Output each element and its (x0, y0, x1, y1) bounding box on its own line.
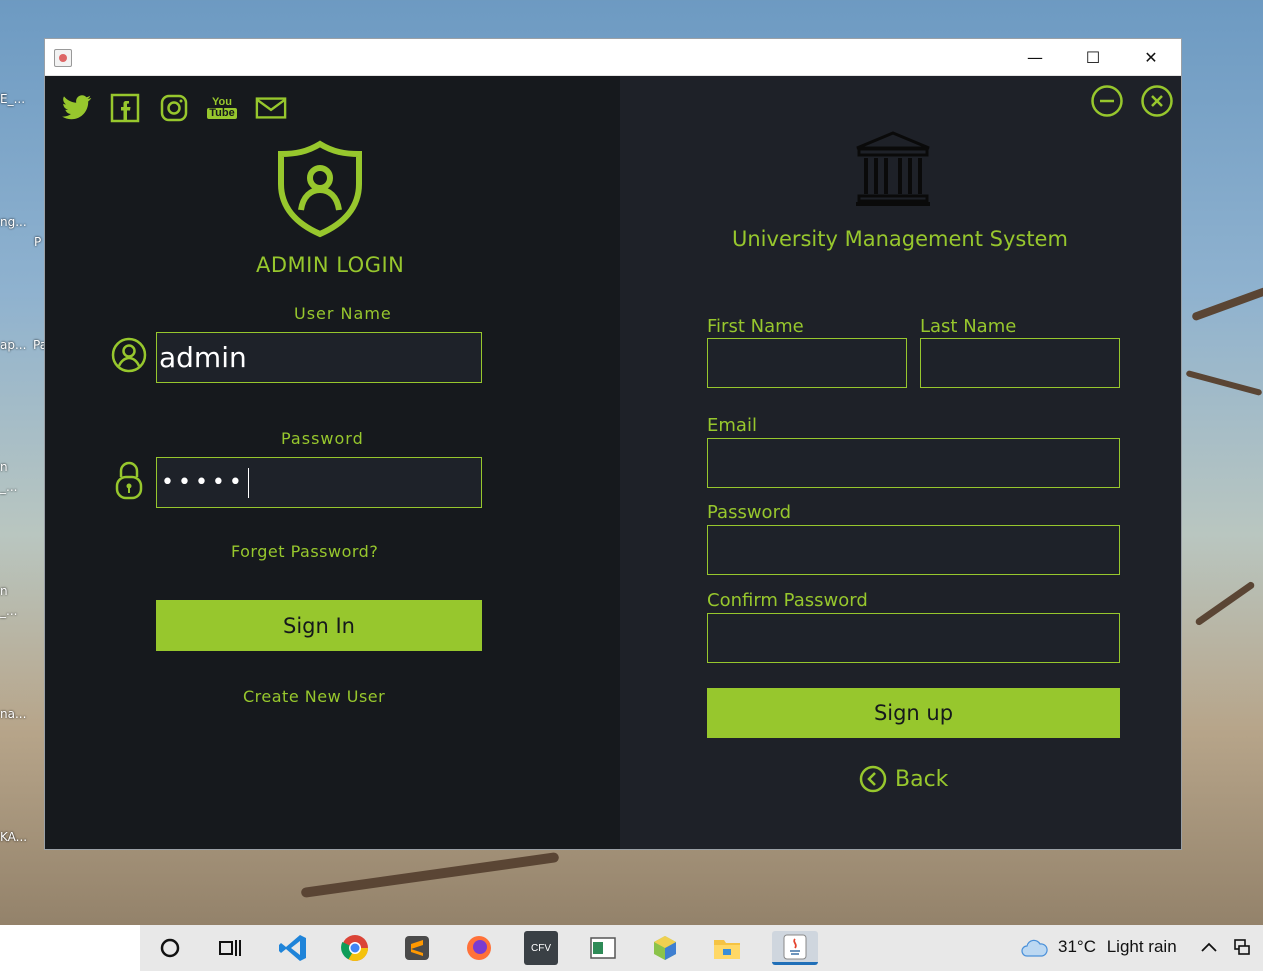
email-input[interactable] (707, 438, 1120, 488)
first-name-label: First Name (707, 316, 804, 337)
box-icon[interactable] (648, 931, 682, 965)
temperature: 31°C (1058, 937, 1096, 956)
weather-text: Light rain (1106, 937, 1177, 956)
signup-panel: University Management System First Name … (620, 76, 1181, 849)
sublime-icon[interactable] (400, 931, 434, 965)
text-cursor (247, 467, 249, 498)
create-new-user-link[interactable]: Create New User (243, 687, 385, 706)
desktop-icons: E_... ng... P ap... Pa n _... n _... na.… (0, 20, 47, 920)
last-name-input[interactable] (920, 338, 1120, 388)
back-arrow-icon (859, 765, 887, 793)
task-view-icon[interactable] (213, 931, 247, 965)
app-window-icon[interactable] (586, 931, 620, 965)
weather-cloud-icon[interactable] (1020, 938, 1048, 962)
java-app-icon (54, 49, 72, 67)
youtube-icon-text: Tube (207, 107, 237, 119)
start-area[interactable] (0, 925, 140, 971)
youtube-icon[interactable]: You Tube (206, 92, 238, 124)
instagram-icon[interactable] (158, 92, 190, 124)
email-label: Email (707, 415, 757, 436)
background-branch (300, 851, 560, 899)
back-label: Back (895, 766, 949, 792)
title-bar[interactable]: — ☐ ✕ (45, 39, 1181, 76)
background-branch (1185, 370, 1263, 396)
desktop-icon-label[interactable]: _... (0, 480, 17, 494)
twitter-icon[interactable] (61, 92, 93, 124)
forget-password-link[interactable]: Forget Password? (231, 542, 378, 561)
sign-in-button[interactable]: Sign In (156, 600, 482, 651)
weather-widget[interactable]: 31°C Light rain (1058, 937, 1177, 957)
username-input[interactable] (156, 332, 482, 383)
confirm-password-label: Confirm Password (707, 590, 868, 611)
file-explorer-icon[interactable] (710, 931, 744, 965)
close-button[interactable]: ✕ (1122, 39, 1180, 76)
lock-icon (113, 460, 145, 500)
system-title: University Management System (732, 227, 1068, 251)
back-link[interactable]: Back (859, 765, 948, 793)
desktop-icon-label[interactable]: ng... (0, 215, 27, 229)
desktop-icon-label[interactable]: n (0, 584, 8, 598)
desktop-icon-label[interactable]: _... (0, 604, 17, 618)
confirm-password-input[interactable] (707, 613, 1120, 663)
background-branch (1194, 580, 1256, 627)
desktop-icon-label[interactable]: KA... (0, 830, 27, 844)
background-branch (1191, 286, 1263, 322)
signup-password-input[interactable] (707, 525, 1120, 575)
admin-shield-icon (275, 140, 365, 238)
app-window: — ☐ ✕ You Tube ADMIN LOGIN User Name adm… (44, 38, 1182, 850)
desktop-icon-label[interactable]: E_... (0, 92, 25, 106)
password-mask: ••••• (161, 470, 246, 495)
close-circle-icon[interactable] (1140, 84, 1174, 118)
login-panel: You Tube ADMIN LOGIN User Name Password … (45, 76, 620, 849)
password-label: Password (281, 429, 364, 448)
java-icon[interactable] (772, 931, 818, 965)
first-name-input[interactable] (707, 338, 907, 388)
minimize-circle-icon[interactable] (1090, 84, 1124, 118)
minimize-button[interactable]: — (1006, 39, 1064, 76)
cortana-icon[interactable] (153, 931, 187, 965)
university-building-icon (854, 130, 932, 208)
cfv-label: CFV (531, 942, 551, 954)
facebook-icon[interactable] (109, 92, 141, 124)
last-name-label: Last Name (920, 316, 1017, 337)
taskbar: CFV 31°C Light rain (0, 925, 1263, 971)
desktop-icon-label[interactable]: na... (0, 707, 26, 721)
sign-up-button[interactable]: Sign up (707, 688, 1120, 738)
mail-icon[interactable] (255, 92, 287, 124)
maximize-button[interactable]: ☐ (1064, 39, 1122, 76)
signup-password-label: Password (707, 502, 792, 523)
network-icon[interactable] (1232, 937, 1252, 961)
desktop-icon-label[interactable]: n (0, 460, 8, 474)
cfv-icon[interactable]: CFV (524, 931, 558, 965)
desktop-icon-label[interactable]: ap... (0, 338, 26, 352)
user-circle-icon (110, 336, 148, 374)
vscode-icon[interactable] (276, 931, 310, 965)
desktop-icon-label[interactable]: P (34, 235, 41, 249)
chevron-up-icon[interactable] (1200, 939, 1218, 958)
firefox-icon[interactable] (462, 931, 496, 965)
login-title: ADMIN LOGIN (256, 253, 405, 277)
chrome-icon[interactable] (338, 931, 372, 965)
username-label: User Name (294, 304, 392, 323)
password-input[interactable]: ••••• (156, 457, 482, 508)
